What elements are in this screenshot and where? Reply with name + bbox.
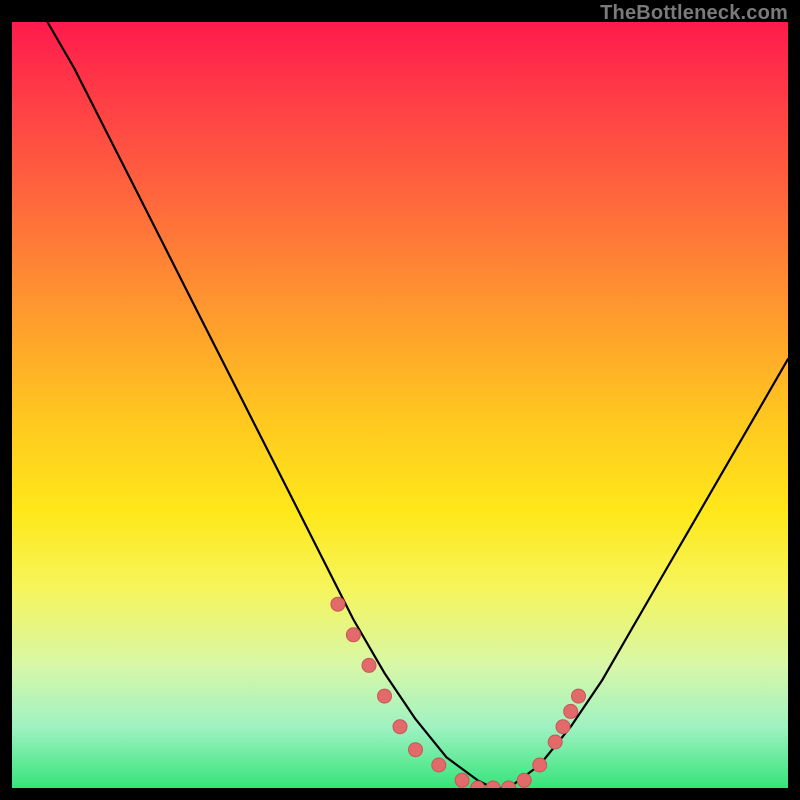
chart-frame: TheBottleneck.com (0, 0, 800, 800)
marker-dot (556, 720, 570, 734)
marker-dot (486, 781, 500, 788)
marker-dot (378, 689, 392, 703)
chart-svg (12, 22, 788, 788)
marker-dot (502, 781, 516, 788)
marker-dot (331, 597, 345, 611)
marker-dot (362, 658, 376, 672)
marker-dot (346, 628, 360, 642)
marker-dot (455, 773, 469, 787)
plot-area (12, 22, 788, 788)
marker-dot (517, 773, 531, 787)
markers-group (331, 597, 586, 788)
marker-dot (533, 758, 547, 772)
marker-dot (548, 735, 562, 749)
marker-dot (432, 758, 446, 772)
marker-dot (409, 743, 423, 757)
marker-dot (572, 689, 586, 703)
marker-dot (564, 704, 578, 718)
bottleneck-curve (12, 22, 788, 788)
marker-dot (393, 720, 407, 734)
